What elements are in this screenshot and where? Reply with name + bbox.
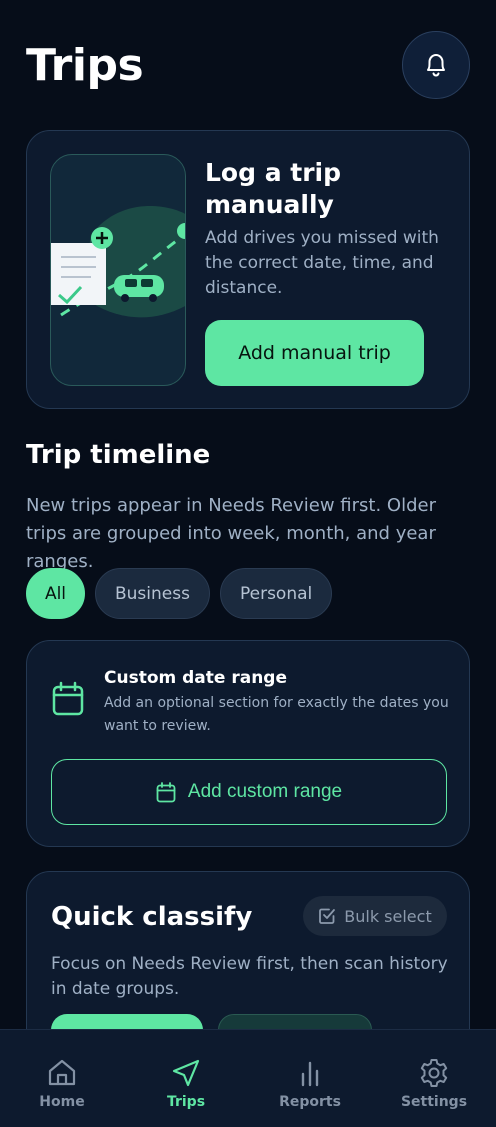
manual-trip-description: Add drives you missed with the correct d… bbox=[205, 228, 439, 298]
trip-filter-chips: All Business Personal bbox=[26, 568, 333, 619]
trip-timeline-title: Trip timeline bbox=[26, 440, 211, 470]
filter-chip-all[interactable]: All bbox=[26, 568, 85, 619]
quick-classify-description: Focus on Needs Review first, then scan h… bbox=[51, 954, 448, 999]
bar-chart-icon bbox=[301, 1061, 319, 1087]
nav-label-home: Home bbox=[39, 1094, 85, 1110]
calendar-icon bbox=[51, 681, 85, 717]
filter-chip-personal[interactable]: Personal bbox=[219, 568, 333, 619]
calendar-icon bbox=[156, 781, 176, 802]
manual-trip-title: Log a trip manually bbox=[205, 158, 342, 219]
bulk-select-button[interactable]: Bulk select bbox=[303, 896, 447, 936]
nav-label-settings: Settings bbox=[400, 1094, 468, 1110]
trip-timeline-description: New trips appear in Needs Review first. … bbox=[26, 495, 436, 572]
checkbox-icon bbox=[319, 908, 336, 924]
gear-icon bbox=[420, 1059, 448, 1087]
add-manual-trip-button[interactable]: Add manual trip bbox=[205, 320, 424, 386]
page-title: Trips bbox=[26, 40, 144, 91]
nav-item-home[interactable]: Home bbox=[0, 1030, 124, 1127]
nav-item-settings[interactable]: Settings bbox=[372, 1030, 496, 1127]
custom-date-range-title: Custom date range bbox=[104, 668, 288, 688]
nav-label-reports: Reports bbox=[279, 1094, 341, 1110]
custom-date-range-description: Add an optional section for exactly the … bbox=[104, 695, 449, 734]
custom-date-range-card: Custom date range Add an optional sectio… bbox=[26, 640, 470, 847]
nav-item-reports[interactable]: Reports bbox=[248, 1030, 372, 1127]
manual-trip-card: Log a trip manually Add drives you misse… bbox=[26, 130, 470, 409]
nav-item-trips[interactable]: Trips bbox=[124, 1030, 248, 1127]
add-custom-range-button[interactable]: Add custom range bbox=[51, 759, 447, 825]
notifications-button[interactable] bbox=[402, 31, 470, 99]
quick-classify-title: Quick classify bbox=[51, 902, 253, 932]
home-icon bbox=[48, 1059, 76, 1086]
filter-chip-business[interactable]: Business bbox=[95, 568, 210, 619]
manual-trip-illustration bbox=[50, 154, 186, 386]
bell-icon bbox=[427, 54, 445, 77]
nav-label-trips: Trips bbox=[166, 1094, 206, 1110]
bottom-navigation: Home Trips Reports Settings bbox=[0, 1029, 496, 1127]
add-custom-range-label: Add custom range bbox=[187, 781, 343, 802]
bulk-select-label: Bulk select bbox=[344, 906, 432, 926]
navigation-arrow-icon bbox=[172, 1059, 200, 1087]
